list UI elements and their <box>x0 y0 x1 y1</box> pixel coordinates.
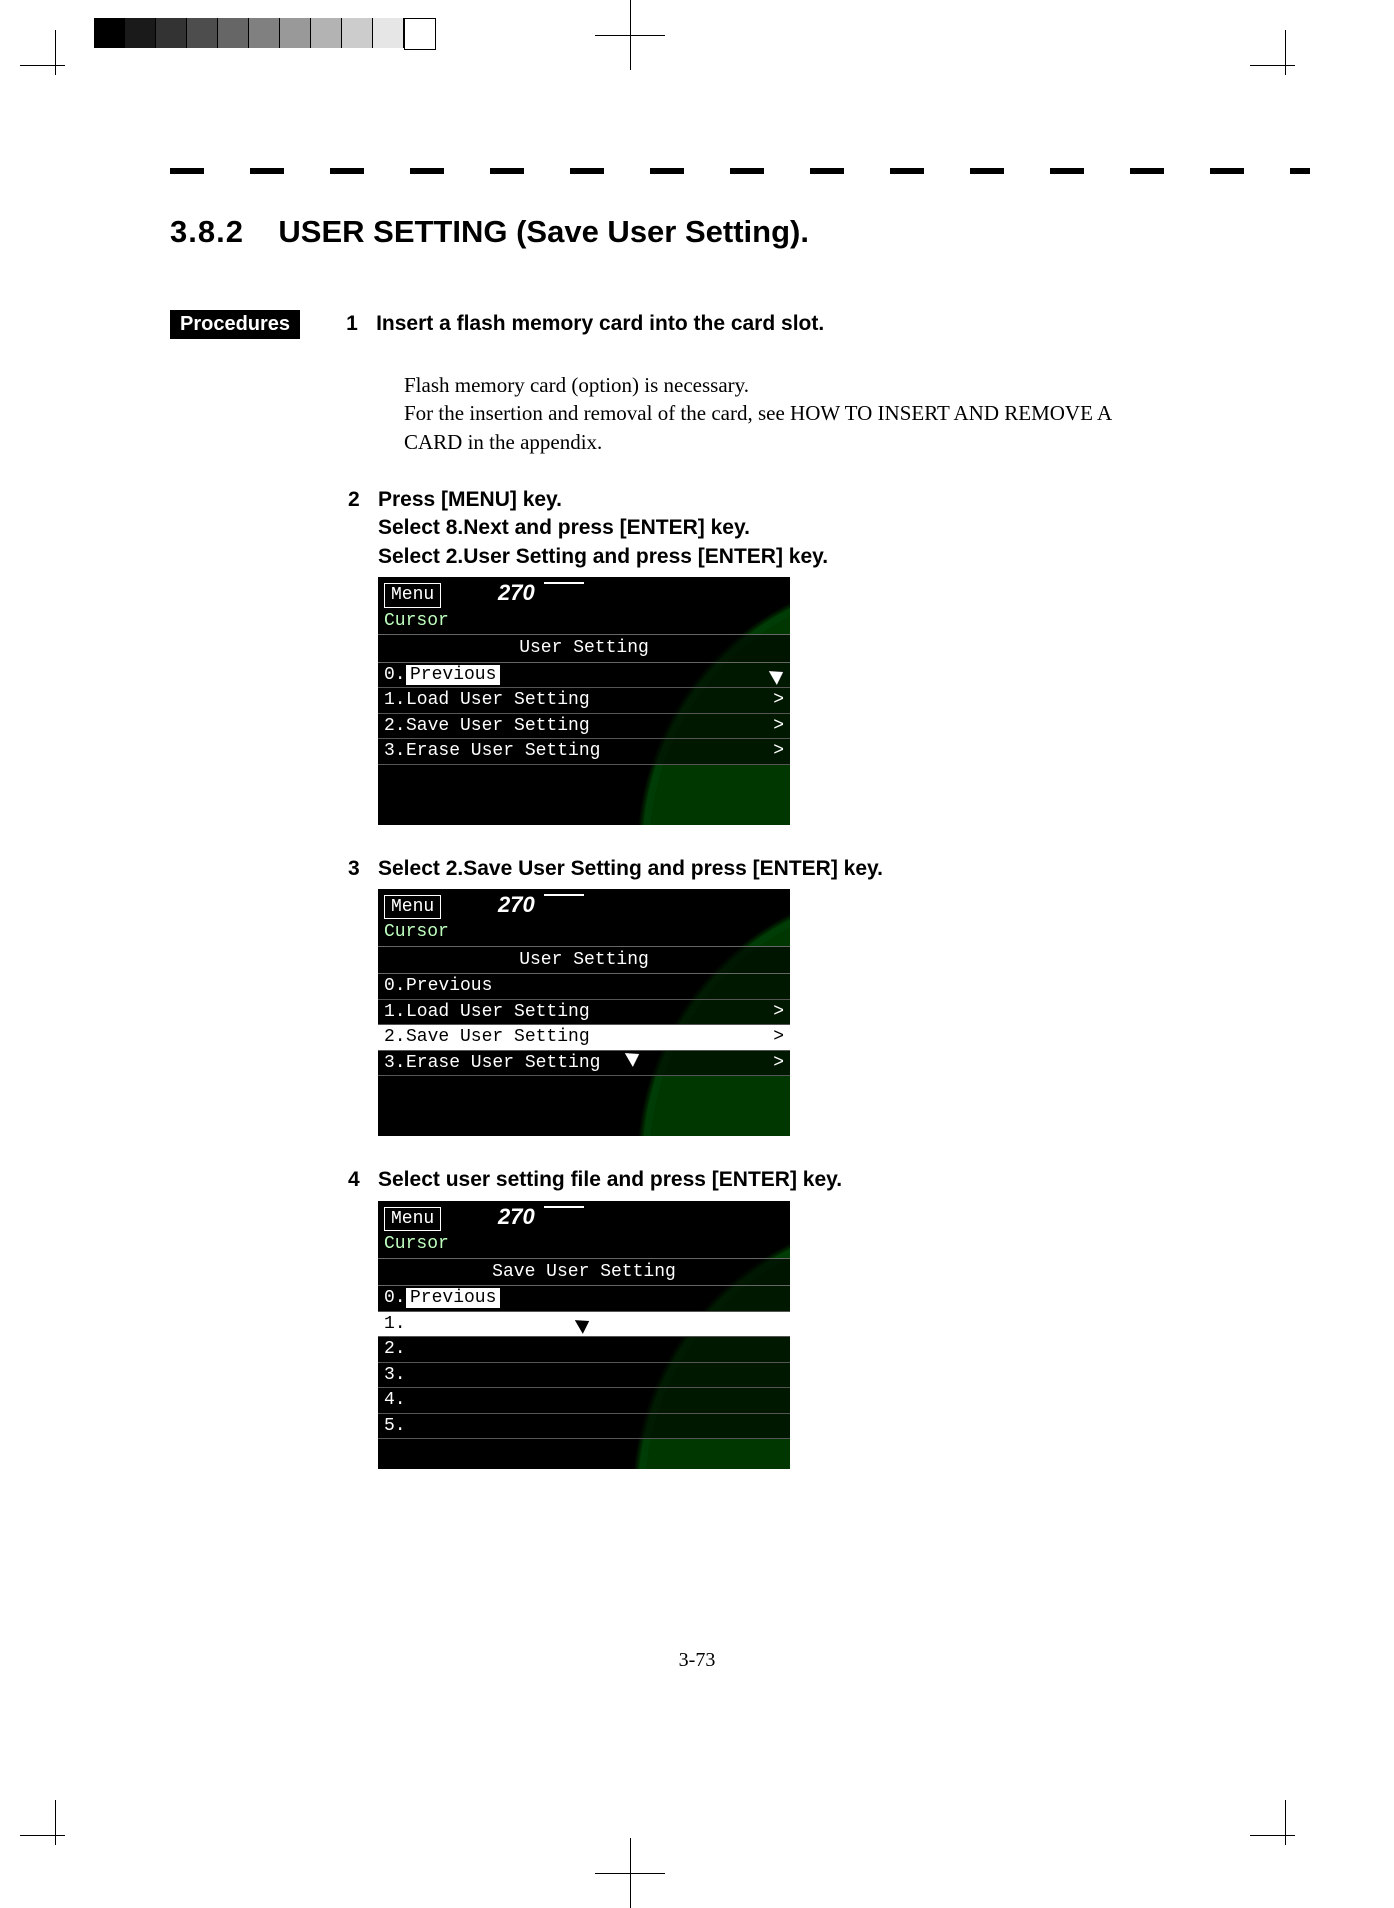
crop-mark-bottom-left <box>20 1800 90 1870</box>
menu-button: Menu <box>384 895 441 920</box>
device-screenshot-2: 270 Menu Cursor User Setting 0. Previous… <box>378 889 790 1137</box>
menu-row-2-selected: 2. Save User Setting > <box>378 1025 790 1051</box>
crop-mark-bottom-right <box>1250 1800 1320 1870</box>
step-1-body: Flash memory card (option) is necessary.… <box>404 371 1164 456</box>
step-3-title: Select 2.Save User Setting and press [EN… <box>378 855 883 883</box>
page-number: 3-73 <box>0 1649 1394 1672</box>
section-divider <box>170 168 1310 174</box>
menu-row-1-selected: 1. <box>378 1312 790 1338</box>
cursor-label: Cursor <box>378 610 790 635</box>
menu-row-3: 3. Erase User Setting > <box>378 1051 790 1077</box>
section-title-text: USER SETTING (Save User Setting). <box>278 214 809 249</box>
procedures-tag: Procedures <box>170 310 300 339</box>
step-4: 4 Select user setting file and press [EN… <box>348 1166 1164 1194</box>
grayscale-registration-strip <box>94 18 1394 48</box>
menu-row-3: 3. Erase User Setting > <box>378 739 790 765</box>
menu-title: User Setting <box>378 946 790 975</box>
step-2-number: 2 <box>348 486 378 571</box>
menu-row-4: 4. <box>378 1388 790 1414</box>
cursor-pointer-icon <box>769 665 787 685</box>
step-4-number: 4 <box>348 1166 378 1194</box>
step-1-body-line2: For the insertion and removal of the car… <box>404 401 1111 453</box>
cursor-label: Cursor <box>378 1233 790 1258</box>
device-screenshot-3: 270 Menu Cursor Save User Setting 0. Pre… <box>378 1201 790 1470</box>
menu-row-0: 0. Previous <box>378 1286 790 1312</box>
menu-button: Menu <box>384 583 441 608</box>
menu-button: Menu <box>384 1207 441 1232</box>
menu-row-2: 2. Save User Setting > <box>378 714 790 740</box>
menu-row-0: 0. Previous <box>378 663 790 689</box>
section-heading: 3.8.2 USER SETTING (Save User Setting). <box>170 214 1370 250</box>
step-3-number: 3 <box>348 855 378 883</box>
crop-mark-top-left <box>20 30 90 100</box>
step-1: 1 Insert a flash memory card into the ca… <box>346 310 824 338</box>
menu-row-1: 1. Load User Setting > <box>378 1000 790 1026</box>
section-number: 3.8.2 <box>170 214 244 249</box>
step-2: 2 Press [MENU] key. Select 8.Next and pr… <box>348 486 1164 571</box>
menu-row-0: 0. Previous <box>378 974 790 1000</box>
crop-mark-bottom-center <box>595 1838 665 1908</box>
step-2-line2: Select 8.Next and press [ENTER] key. <box>378 516 750 539</box>
menu-title: Save User Setting <box>378 1258 790 1287</box>
step-1-number: 1 <box>346 310 376 338</box>
menu-row-1: 1. Load User Setting > <box>378 688 790 714</box>
device-screenshot-1: 270 Menu Cursor User Setting 0. Previous… <box>378 577 790 825</box>
step-2-line3: Select 2.User Setting and press [ENTER] … <box>378 545 828 568</box>
cursor-label: Cursor <box>378 921 790 946</box>
menu-row-5: 5. <box>378 1414 790 1440</box>
menu-row-3: 3. <box>378 1363 790 1389</box>
step-4-title: Select user setting file and press [ENTE… <box>378 1166 842 1194</box>
step-1-body-line1: Flash memory card (option) is necessary. <box>404 373 749 397</box>
step-1-title: Insert a flash memory card into the card… <box>376 310 824 338</box>
step-3: 3 Select 2.Save User Setting and press [… <box>348 855 1164 883</box>
step-2-line1: Press [MENU] key. <box>378 488 562 511</box>
menu-title: User Setting <box>378 634 790 663</box>
menu-row-2: 2. <box>378 1337 790 1363</box>
